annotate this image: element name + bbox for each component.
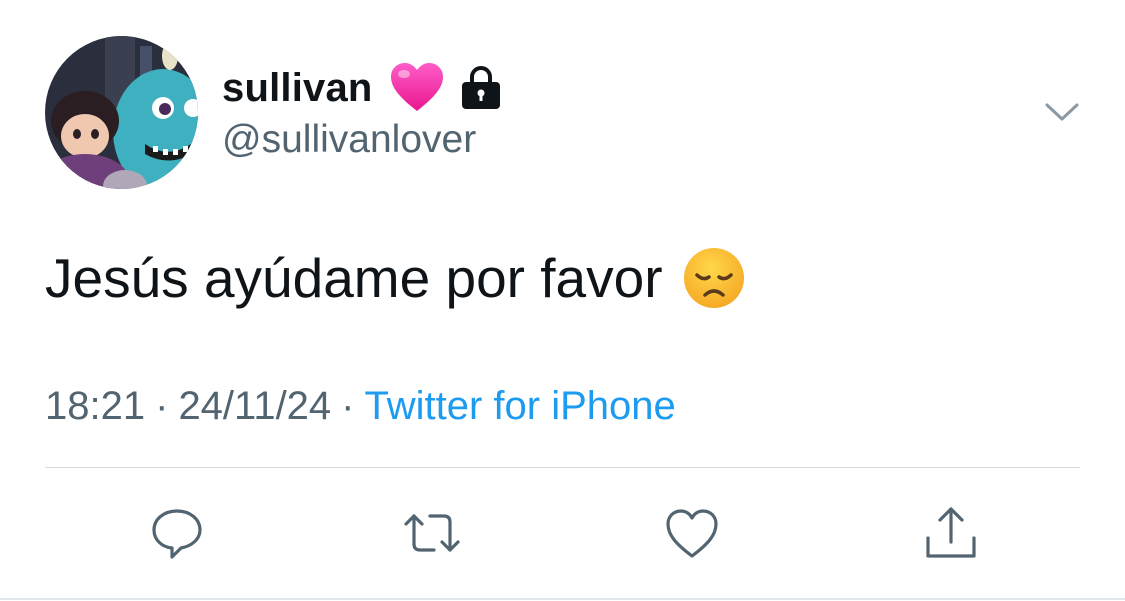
chevron-down-icon[interactable] (1044, 100, 1080, 124)
share-icon (926, 507, 976, 558)
reply-icon (152, 509, 202, 559)
separator: · (155, 384, 169, 428)
tweet-time: 18:21 (45, 384, 146, 428)
tweet-body: Jesús ayúdame por favor (45, 247, 663, 309)
tweet-date: 24/11/24 (178, 384, 332, 428)
reply-button[interactable] (148, 504, 206, 562)
tweet-meta: 18:21 · 24/11/24 · Twitter for iPhone (45, 384, 676, 429)
bottom-border (0, 598, 1125, 600)
user-name-row: sullivan (222, 58, 503, 118)
avatar[interactable] (45, 36, 198, 189)
tweet-source-link[interactable]: Twitter for iPhone (365, 384, 676, 428)
divider (45, 467, 1080, 468)
pink-heart-emoji (390, 63, 443, 111)
retweet-icon (404, 514, 460, 552)
separator: · (341, 384, 355, 428)
share-button[interactable] (922, 504, 980, 562)
display-name[interactable]: sullivan (222, 66, 373, 111)
disappointed-face-emoji (683, 248, 744, 308)
like-button[interactable] (663, 504, 721, 562)
user-handle[interactable]: @sullivanlover (222, 118, 476, 162)
tweet-text: Jesús ayúdame por favor (45, 246, 745, 310)
avatar-image (45, 36, 198, 189)
lock-icon (461, 66, 500, 109)
like-icon (666, 509, 718, 558)
retweet-button[interactable] (403, 504, 461, 562)
